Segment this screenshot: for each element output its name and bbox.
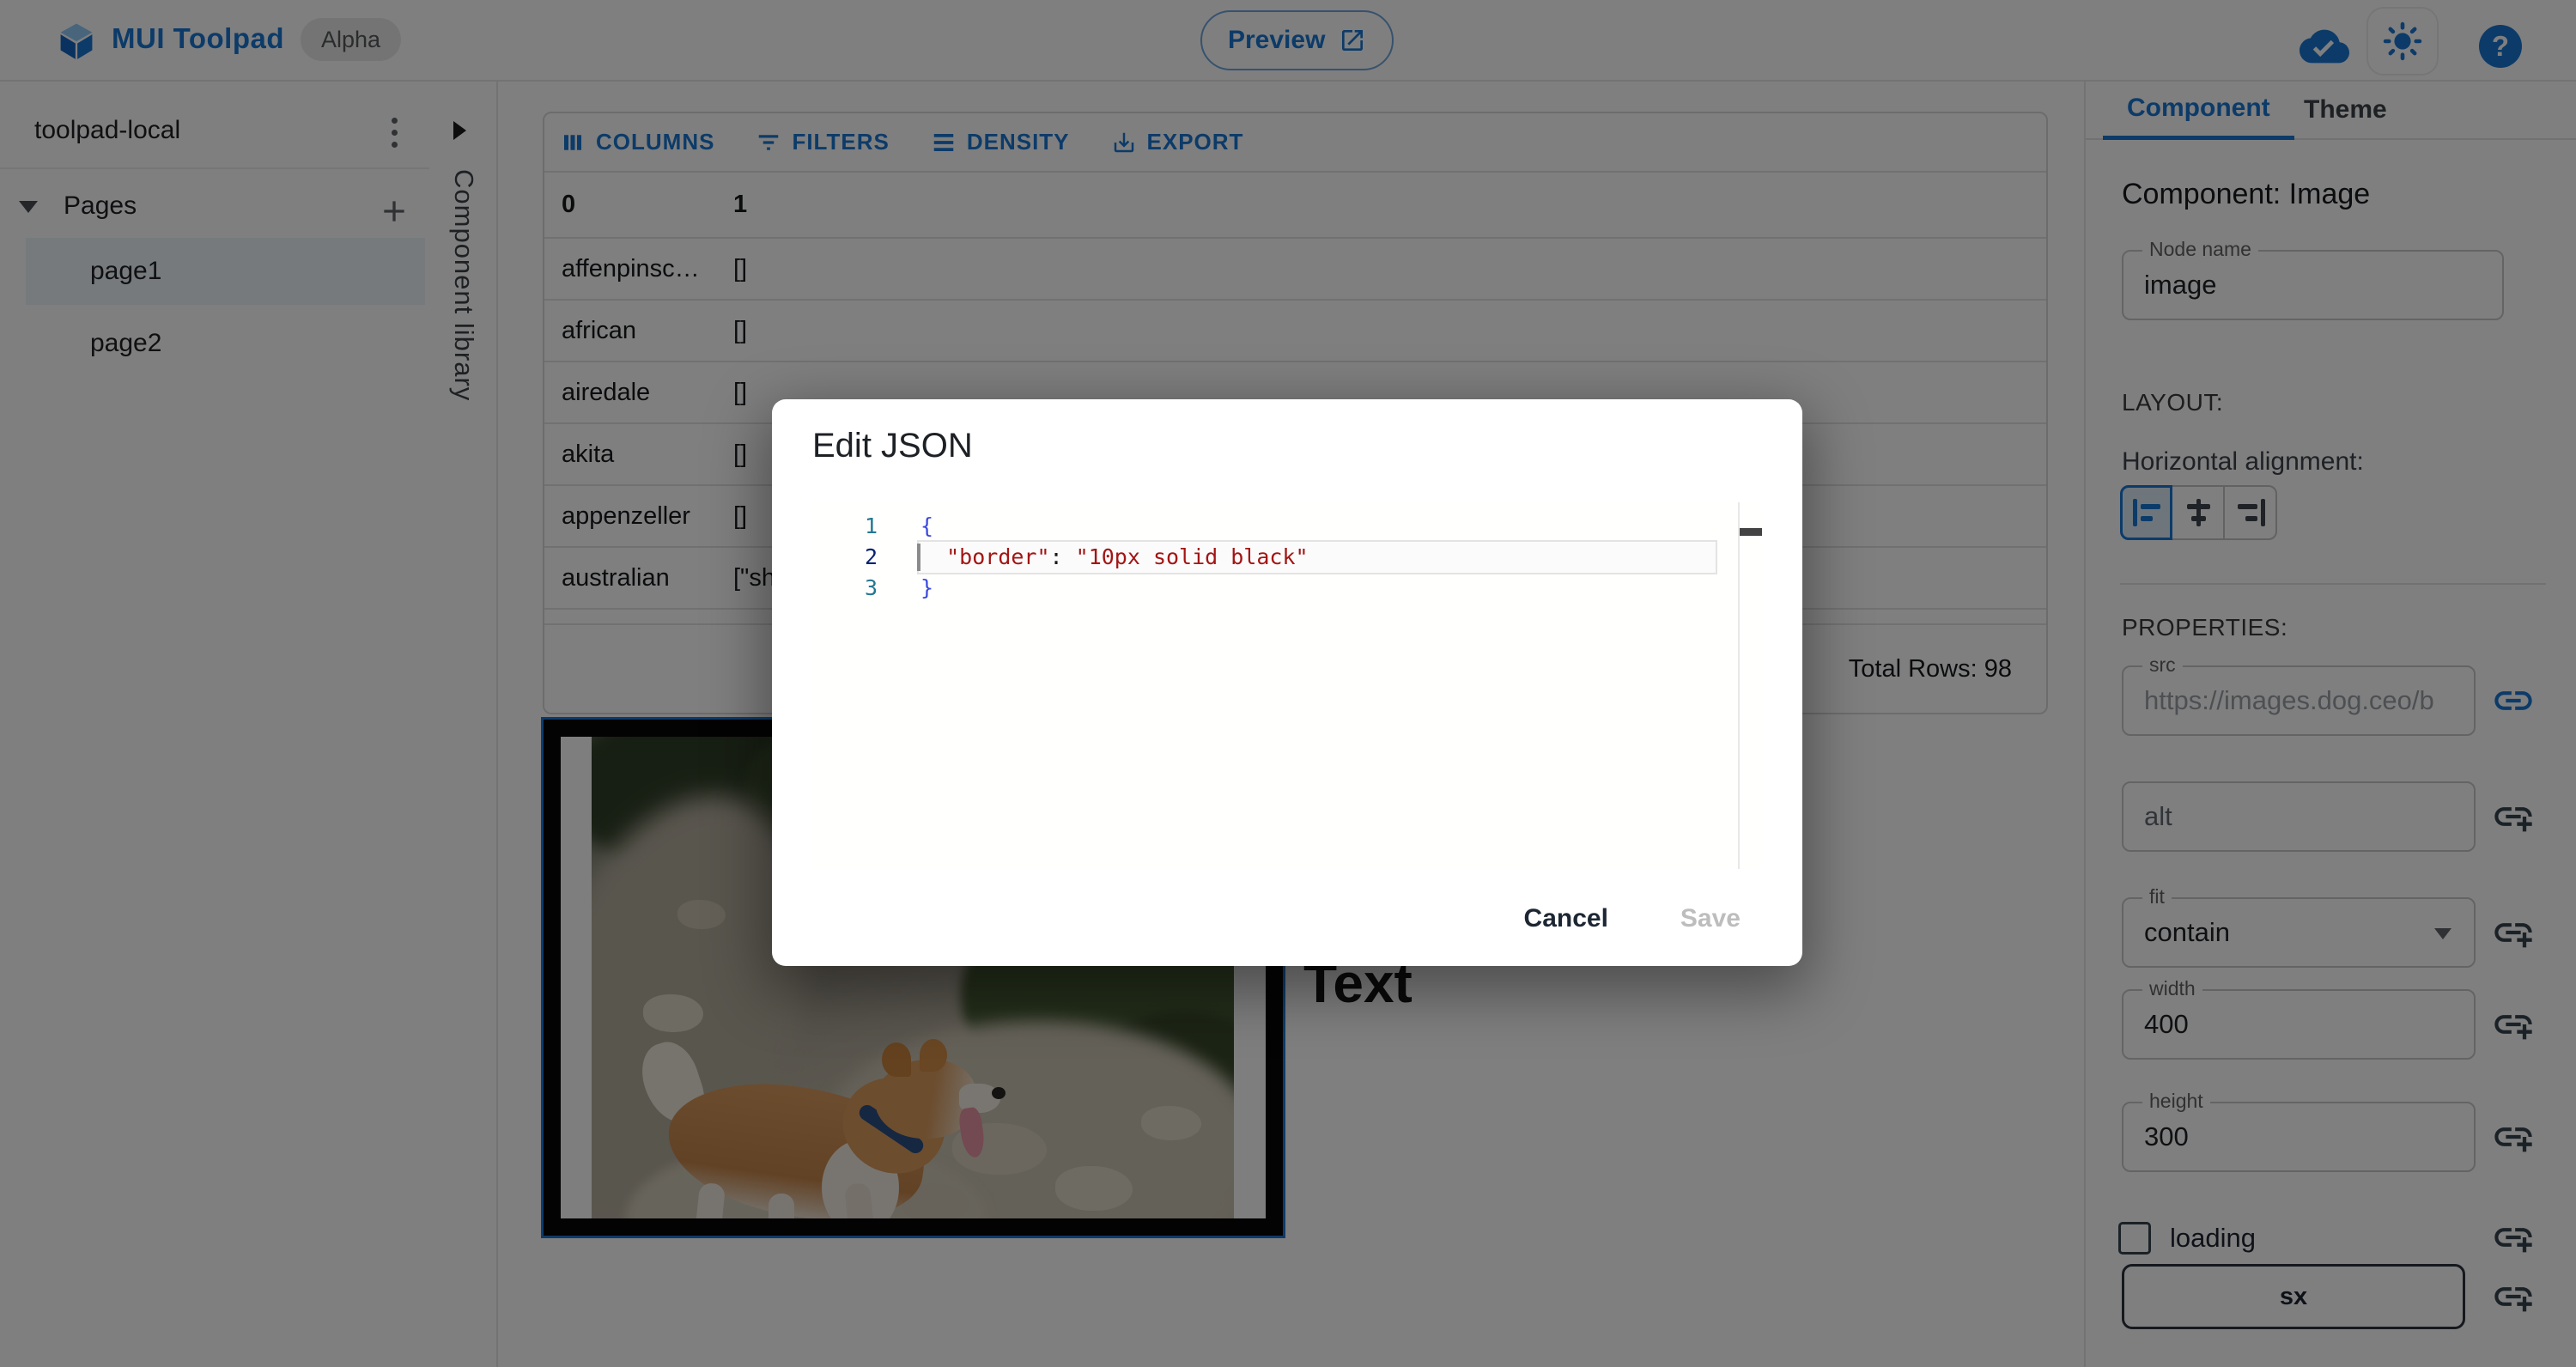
dialog-actions: Cancel Save <box>1500 892 1765 945</box>
save-button[interactable]: Save <box>1656 892 1765 945</box>
dialog-title: Edit JSON <box>812 427 973 465</box>
line-number: 3 <box>864 575 878 600</box>
open-brace-token: { <box>920 513 934 538</box>
cancel-button[interactable]: Cancel <box>1500 892 1632 945</box>
edit-json-dialog: Edit JSON 1 { 2 "border": "10px solid bl… <box>772 399 1802 966</box>
toolpad-app-window: MUI Toolpad Alpha Preview <box>0 0 2576 1367</box>
colon-token: : <box>1049 544 1076 569</box>
code-line-1: 1 { <box>812 511 1762 542</box>
close-brace-token: } <box>920 575 934 600</box>
code-line-2: 2 "border": "10px solid black" <box>812 542 1762 573</box>
json-code-editor[interactable]: 1 { 2 "border": "10px solid black" 3 } <box>812 502 1762 869</box>
json-key-token: "border" <box>946 544 1050 569</box>
code-line-3: 3 } <box>812 573 1762 604</box>
line-number-active: 2 <box>864 544 878 569</box>
json-value-token: "10px solid black" <box>1075 544 1309 569</box>
line-number: 1 <box>864 513 878 538</box>
